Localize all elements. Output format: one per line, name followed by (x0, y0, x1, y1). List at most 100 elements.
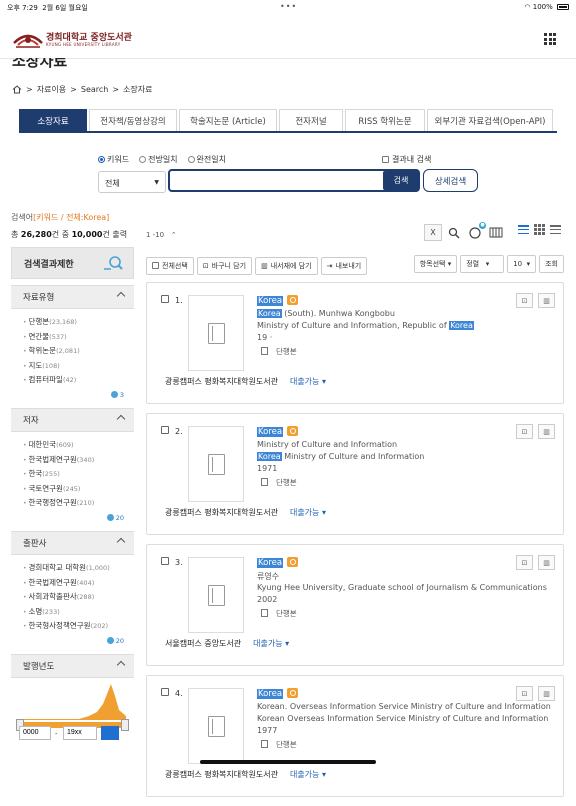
shelf-icon[interactable]: ▥ (538, 293, 555, 308)
menu-grid-icon[interactable] (544, 33, 556, 45)
facet-header-year[interactable]: 발행년도 (11, 653, 134, 678)
result-title[interactable]: Korea (257, 426, 299, 437)
facet-more-button[interactable]: 3 (11, 388, 134, 402)
facet-item[interactable]: 대한민국(609) (23, 438, 134, 453)
facet-more-button[interactable]: 20 (11, 511, 134, 525)
cart-icon[interactable]: ⊡ (516, 424, 533, 439)
tab-openapi[interactable]: 외부기관 자료검색(Open-API) (427, 109, 553, 131)
facet-header-author[interactable]: 저자 (11, 407, 134, 432)
page-size-dropdown[interactable]: 10 ▾ (507, 255, 537, 273)
result-checkbox[interactable] (161, 426, 169, 434)
checkbox-icon[interactable] (382, 156, 389, 163)
facet-item[interactable]: 한국(255) (23, 467, 134, 482)
filter-search-icon[interactable] (103, 254, 123, 274)
facet-item[interactable]: 경희대학교 대학원(1,000) (23, 561, 134, 576)
export-button[interactable]: ⇥ 내보내기 (320, 256, 368, 275)
advanced-search-button[interactable]: 상세검색 (423, 169, 478, 192)
shelf-icon[interactable]: ▥ (538, 555, 555, 570)
grid-view-icon[interactable] (534, 224, 545, 235)
cart-icon[interactable]: ⊡ (516, 293, 533, 308)
result-checkbox[interactable] (161, 295, 169, 303)
year-apply-button[interactable] (101, 725, 119, 740)
add-to-shelf-button[interactable]: ▥ 내서재에 담기 (255, 256, 318, 275)
cart-icon[interactable]: ⊡ (516, 686, 533, 701)
breadcrumb-item[interactable]: 소장자료 (123, 84, 152, 95)
result-title[interactable]: Korea (257, 557, 299, 568)
preview-icon[interactable] (287, 426, 299, 436)
facet-more-button[interactable]: 20 (11, 634, 134, 648)
multitask-dots[interactable]: ••• (280, 2, 297, 11)
sort-dropdown[interactable]: 정렬 ▾ (460, 255, 505, 273)
cart-icon[interactable]: ⊡ (516, 555, 533, 570)
preview-icon[interactable] (287, 557, 299, 567)
facet-item[interactable]: 국토연구원(245) (23, 482, 134, 497)
shelf-icon[interactable]: ▥ (538, 686, 555, 701)
facet-item[interactable]: 사회과학출판사(288) (23, 590, 134, 605)
search-icon[interactable] (445, 224, 463, 241)
tab-riss[interactable]: RISS 학위논문 (345, 109, 425, 131)
facet-item[interactable]: 단행본(23,168) (23, 315, 134, 330)
slider-handle-max[interactable] (121, 718, 129, 731)
facet-item[interactable]: 한국형사정책연구원(202) (23, 619, 134, 634)
year-from-input[interactable] (19, 725, 51, 740)
availability-link[interactable]: 대출가능 ▾ (284, 377, 326, 386)
facet-item[interactable]: 한국법제연구원(340) (23, 453, 134, 468)
facet-item[interactable]: 연간물(537) (23, 330, 134, 345)
result-checkbox[interactable] (161, 688, 169, 696)
checkbox-icon[interactable] (152, 262, 159, 269)
facet-item[interactable]: 한국행정연구원(210) (23, 496, 134, 511)
tab-holdings[interactable]: 소장자료 (19, 109, 87, 131)
facet-item[interactable]: 소명(233) (23, 605, 134, 620)
status-time: 오후 7:29 2월 6일 월요일 (7, 4, 88, 12)
preview-icon[interactable] (287, 295, 299, 305)
availability-link[interactable]: 대출가능 ▾ (284, 770, 326, 779)
history-icon[interactable]: ● (466, 222, 486, 241)
option-exact[interactable]: 완전일치 (187, 154, 226, 165)
book-cover[interactable] (188, 688, 244, 764)
radio-icon[interactable] (98, 156, 105, 163)
compact-view-icon[interactable] (550, 224, 561, 235)
list-view-icon[interactable] (518, 224, 529, 235)
book-cover[interactable] (188, 295, 244, 371)
field-select-dropdown[interactable]: 항목선택 ▾ (413, 255, 458, 273)
result-checkbox[interactable] (161, 557, 169, 565)
preview-icon[interactable] (287, 688, 299, 698)
home-indicator[interactable] (200, 760, 376, 764)
year-to-input[interactable] (63, 725, 97, 740)
breadcrumb-item[interactable]: 자료이용 (37, 84, 66, 95)
facet-item[interactable]: 지도(108) (23, 359, 134, 374)
radio-icon[interactable] (139, 156, 147, 163)
university-logo[interactable] (12, 27, 44, 49)
book-type-icon (261, 609, 268, 617)
option-prefix[interactable]: 전방일치 (139, 154, 178, 165)
facet-header-publisher[interactable]: 출판사 (11, 530, 134, 555)
breadcrumb-item[interactable]: Search (81, 85, 108, 94)
tab-ejournals[interactable]: 전자저널 (279, 109, 343, 131)
availability-link[interactable]: 대출가능 ▾ (284, 508, 326, 517)
search-within-checkbox[interactable]: 결과내 검색 (382, 154, 431, 165)
option-keyword[interactable]: 키워드 (98, 154, 129, 165)
facet-header-type[interactable]: 자료유형 (11, 285, 134, 309)
field-select[interactable]: 전체 ▼ (98, 171, 166, 193)
shelf-icon[interactable]: ▥ (538, 424, 555, 439)
bookshelf-icon[interactable] (487, 224, 505, 241)
tab-ebooks[interactable]: 전자책/동영상강의 (89, 109, 177, 131)
result-title[interactable]: Korea (257, 295, 299, 306)
excel-export-icon[interactable]: X (424, 224, 442, 241)
view-button[interactable]: 조회 (539, 255, 564, 273)
radio-icon[interactable] (187, 156, 195, 163)
book-cover[interactable] (188, 426, 244, 502)
facet-item[interactable]: 학위논문(2,081) (23, 344, 134, 359)
range-toggle-icon[interactable]: ⌃ (171, 231, 177, 239)
availability-link[interactable]: 대출가능 ▾ (247, 639, 289, 648)
add-to-cart-button[interactable]: ⊡ 바구니 담기 (196, 256, 253, 275)
home-icon[interactable] (12, 85, 22, 94)
facet-item[interactable]: 컴퓨터파일(42) (23, 373, 134, 388)
facet-item[interactable]: 한국법제연구원(404) (23, 576, 134, 591)
select-all-button[interactable]: 전체선택 (146, 256, 194, 275)
result-range: 1 -10 ⌃ (146, 231, 177, 239)
search-button[interactable]: 검색 (383, 171, 419, 190)
tab-articles[interactable]: 학술지논문 (Article) (179, 109, 277, 131)
result-title[interactable]: Korea (257, 688, 299, 699)
book-cover[interactable] (188, 557, 244, 633)
